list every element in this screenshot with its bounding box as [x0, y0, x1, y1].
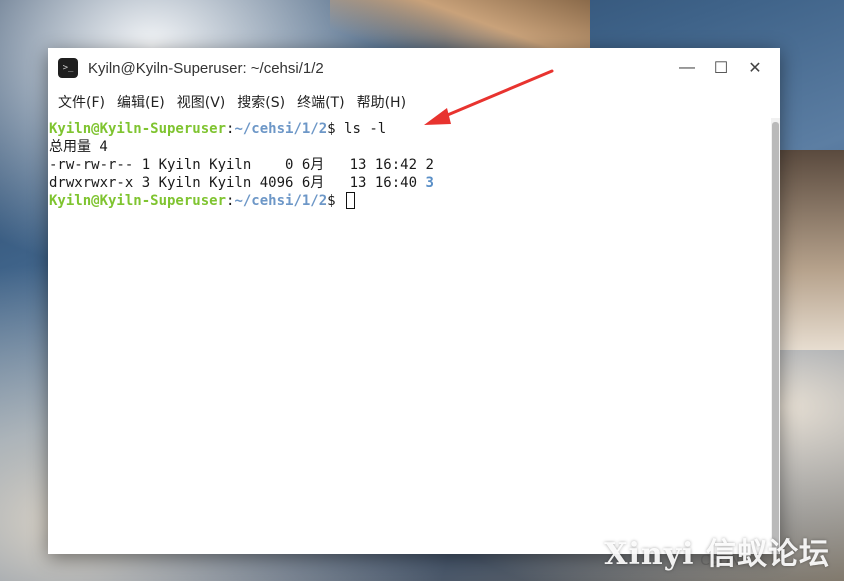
menu-bar: 文件(F) 编辑(E) 视图(V) 搜索(S) 终端(T) 帮助(H) [48, 88, 780, 118]
terminal-line-prompt: Kyiln@Kyiln-Superuser:~/cehsi/1/2$ [48, 192, 780, 210]
terminal-line-total: 总用量 4 [49, 139, 108, 155]
terminal-line-file: -rw-rw-r-- 1 Kyiln Kyiln 0 6月 13 16:42 2 [48, 156, 780, 174]
menu-terminal[interactable]: 终端(T) [291, 88, 350, 118]
prompt-path: ~/cehsi/1/2 [234, 193, 328, 209]
menu-file[interactable]: 文件(F) [52, 88, 111, 118]
terminal-window: >_ Kyiln@Kyiln-Superuser: ~/cehsi/1/2 — … [48, 48, 780, 554]
mountain-ridge-decoration [780, 150, 844, 350]
prompt-user: Kyiln@Kyiln-Superuser [49, 193, 227, 209]
terminal-line-dir: drwxrwxr-x 3 Kyiln Kyiln 4096 6月 13 16:4… [48, 174, 780, 192]
maximize-icon: ☐ [713, 60, 729, 77]
prompt-dollar: $ [327, 121, 345, 137]
minimize-button[interactable]: — [670, 54, 704, 82]
prompt-user: Kyiln@Kyiln-Superuser [49, 121, 227, 137]
terminal-output[interactable]: Kyiln@Kyiln-Superuser:~/cehsi/1/2$ ls -l… [48, 118, 780, 554]
typed-command: ls -l [344, 121, 387, 137]
title-bar[interactable]: >_ Kyiln@Kyiln-Superuser: ~/cehsi/1/2 — … [48, 48, 780, 88]
menu-view[interactable]: 视图(V) [171, 88, 232, 118]
dir-name: 3 [425, 175, 434, 191]
scrollbar-thumb[interactable] [772, 122, 779, 554]
file-row-info: -rw-rw-r-- 1 Kyiln Kyiln 0 6月 13 16:42 [49, 157, 426, 173]
maximize-button[interactable]: ☐ [704, 54, 738, 82]
menu-help[interactable]: 帮助(H) [351, 88, 412, 118]
vertical-scrollbar[interactable] [771, 118, 780, 554]
text-cursor [346, 192, 356, 209]
close-icon: ✕ [748, 60, 762, 77]
prompt-dollar: $ [327, 193, 345, 209]
file-name: 2 [425, 157, 434, 173]
terminal-line-command: Kyiln@Kyiln-Superuser:~/cehsi/1/2$ ls -l [48, 120, 780, 138]
terminal-app-icon: >_ [58, 58, 78, 78]
dir-row-info: drwxrwxr-x 3 Kyiln Kyiln 4096 6月 13 16:4… [49, 175, 426, 191]
watermark: Xinyi 信蚁论坛 [604, 537, 830, 572]
prompt-path: ~/cehsi/1/2 [234, 121, 328, 137]
close-button[interactable]: ✕ [738, 54, 772, 82]
window-title: Kyiln@Kyiln-Superuser: ~/cehsi/1/2 [88, 59, 324, 77]
minimize-icon: — [679, 59, 695, 76]
menu-search[interactable]: 搜索(S) [231, 88, 291, 118]
menu-edit[interactable]: 编辑(E) [111, 88, 171, 118]
